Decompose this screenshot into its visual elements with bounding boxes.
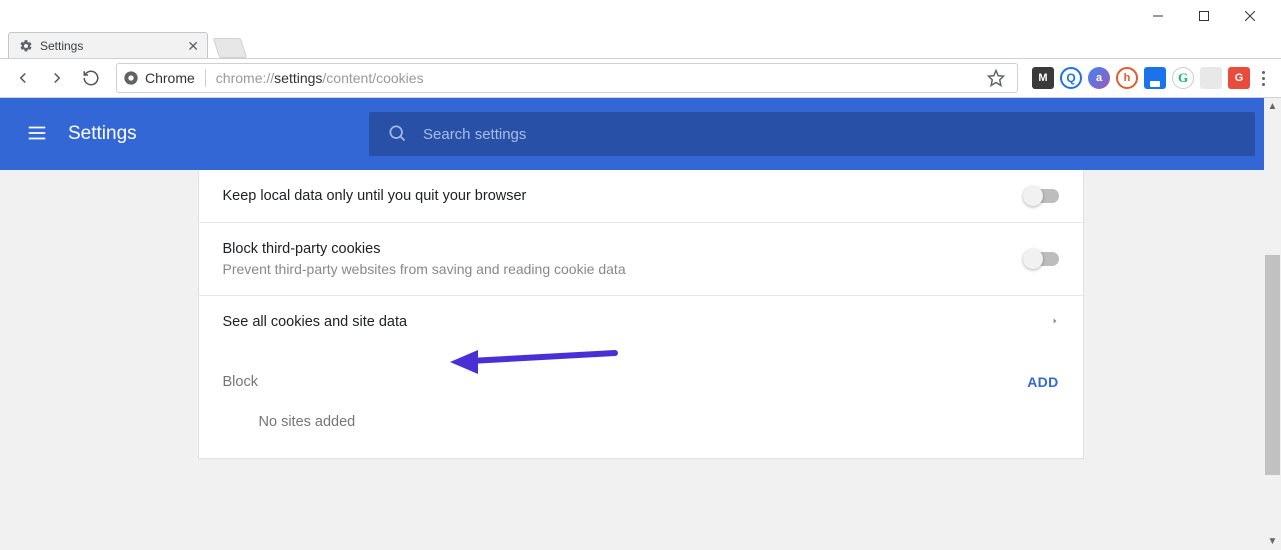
extension-icon[interactable]: a <box>1088 67 1110 89</box>
row-title: Block third-party cookies <box>223 241 1003 257</box>
empty-state-text: No sites added <box>199 400 1083 458</box>
close-tab-button[interactable]: ✕ <box>187 39 199 53</box>
settings-app: Settings Keep local data only until you … <box>0 98 1281 550</box>
minimize-button[interactable] <box>1135 0 1181 32</box>
chrome-page-icon <box>123 70 139 86</box>
scrollbar-thumb[interactable] <box>1265 255 1280 475</box>
extension-icon[interactable]: h <box>1116 67 1138 89</box>
tab-title: Settings <box>40 39 83 53</box>
forward-button[interactable] <box>42 63 72 93</box>
row-block-third-party[interactable]: Block third-party cookies Prevent third-… <box>199 223 1083 296</box>
section-label: Block <box>223 374 258 390</box>
search-settings-box[interactable] <box>369 112 1255 156</box>
row-see-all-cookies[interactable]: See all cookies and site data <box>199 296 1083 348</box>
secure-label: Chrome <box>145 70 195 86</box>
bookmark-star-button[interactable] <box>981 63 1011 93</box>
extension-icon[interactable]: G <box>1228 67 1250 89</box>
page-title: Settings <box>68 123 137 145</box>
close-window-button[interactable] <box>1227 0 1273 32</box>
extension-icon[interactable] <box>1144 67 1166 89</box>
section-block: Block ADD <box>199 348 1083 400</box>
row-title: Keep local data only until you quit your… <box>223 188 1003 204</box>
extension-icon[interactable]: G <box>1172 67 1194 89</box>
row-keep-local-data[interactable]: Keep local data only until you quit your… <box>199 170 1083 223</box>
add-button[interactable]: ADD <box>1027 374 1058 390</box>
maximize-button[interactable] <box>1181 0 1227 32</box>
settings-header: Settings <box>0 98 1281 170</box>
browser-toolbar: Chrome chrome://settings/content/cookies… <box>0 58 1281 98</box>
extension-icon[interactable]: Q <box>1060 67 1082 89</box>
row-subtitle: Prevent third-party websites from saving… <box>223 261 1003 277</box>
toggle-block-third-party[interactable] <box>1023 252 1059 266</box>
search-input[interactable] <box>423 126 1237 143</box>
tab-strip: Settings ✕ <box>0 32 1281 58</box>
toggle-keep-local-data[interactable] <box>1023 189 1059 203</box>
extension-icons: M Q a h G G <box>1028 67 1250 89</box>
new-tab-button[interactable] <box>213 38 247 58</box>
reload-button[interactable] <box>76 63 106 93</box>
scroll-up-button[interactable]: ▲ <box>1264 98 1281 115</box>
tab-settings[interactable]: Settings ✕ <box>8 32 208 58</box>
back-button[interactable] <box>8 63 38 93</box>
url-text: chrome://settings/content/cookies <box>216 70 975 86</box>
row-title: See all cookies and site data <box>223 314 1031 330</box>
browser-menu-button[interactable] <box>1254 65 1273 92</box>
vertical-scrollbar[interactable]: ▲ ▼ <box>1264 98 1281 550</box>
search-icon <box>387 123 407 146</box>
settings-card: Keep local data only until you quit your… <box>198 170 1084 459</box>
gear-icon <box>19 39 33 53</box>
scroll-down-button[interactable]: ▼ <box>1264 533 1281 550</box>
extension-icon[interactable] <box>1200 67 1222 89</box>
address-bar[interactable]: Chrome chrome://settings/content/cookies <box>116 63 1018 93</box>
separator <box>205 69 206 87</box>
extension-icon[interactable]: M <box>1032 67 1054 89</box>
chevron-right-icon <box>1051 315 1059 330</box>
window-controls <box>0 0 1281 32</box>
menu-icon[interactable] <box>26 122 48 147</box>
